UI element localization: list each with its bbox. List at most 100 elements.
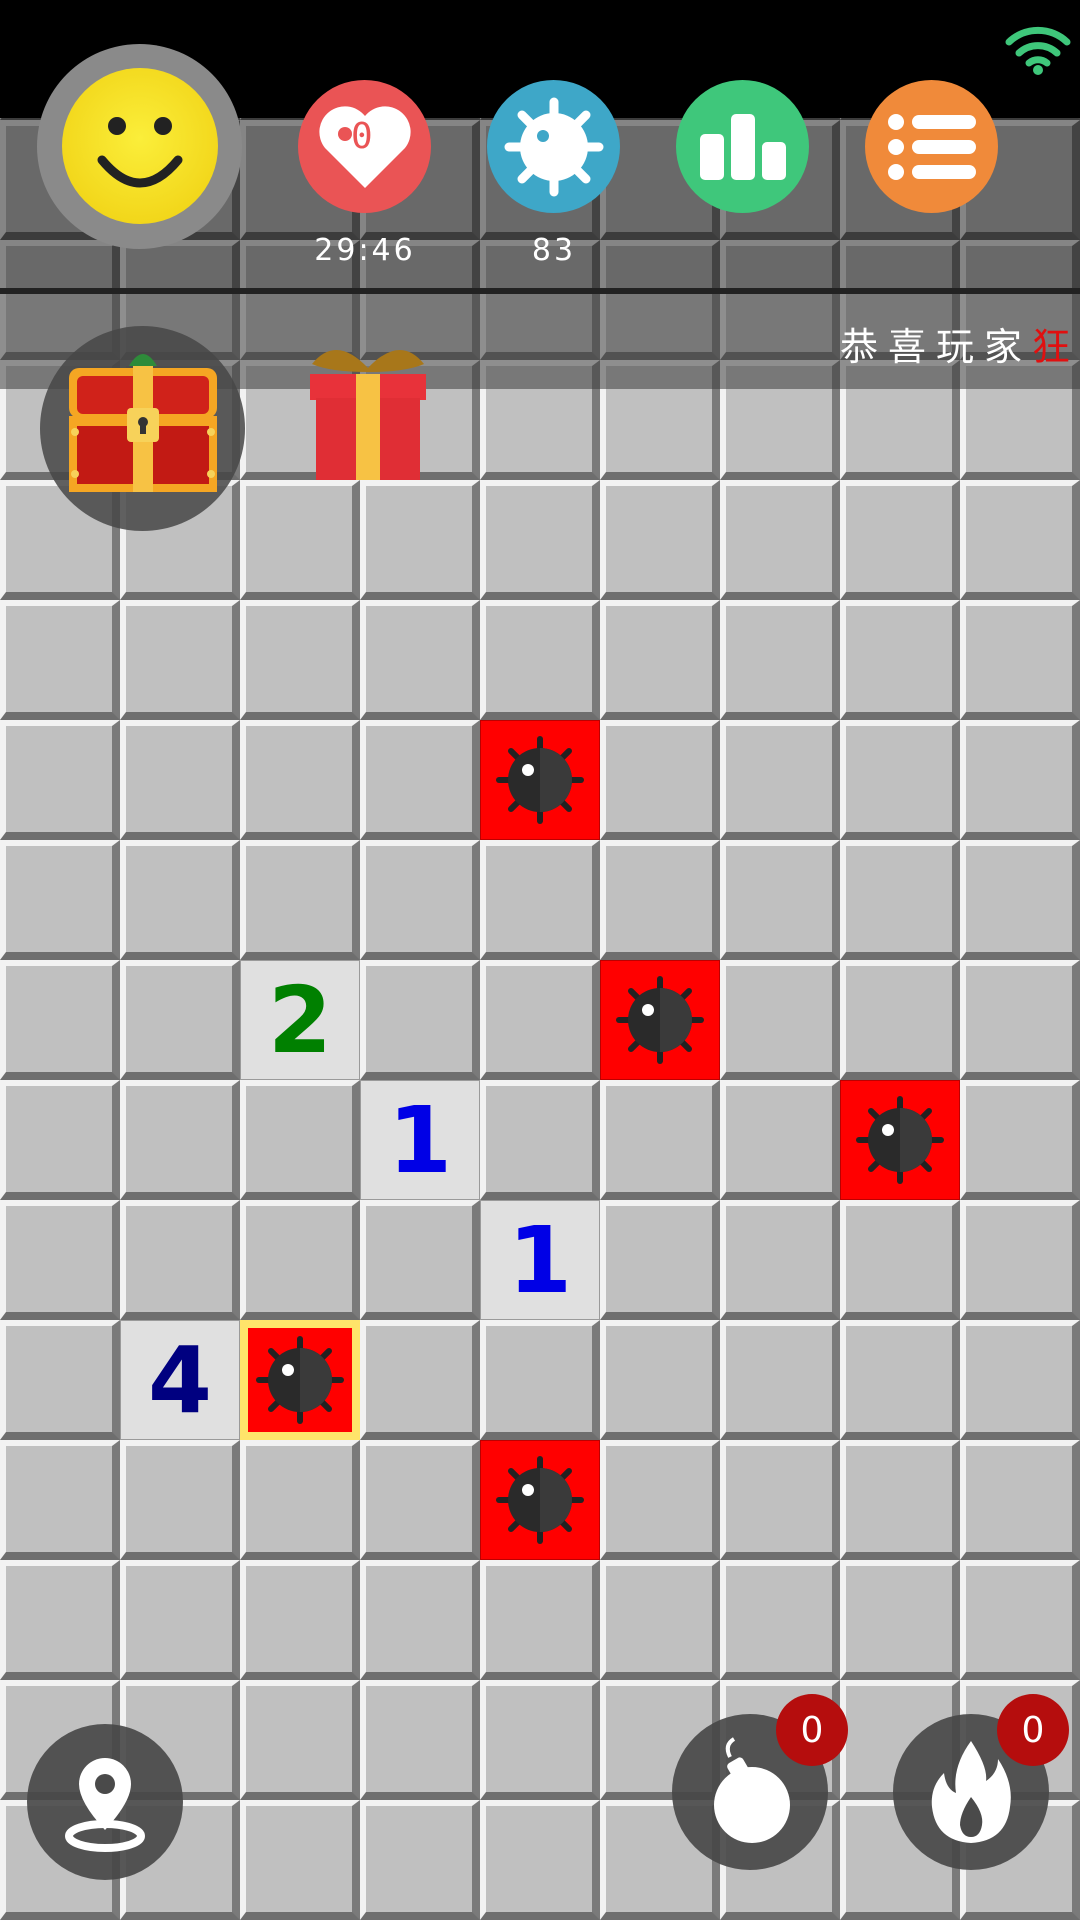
covered-cell[interactable] bbox=[240, 600, 360, 720]
covered-cell[interactable] bbox=[360, 600, 480, 720]
covered-cell[interactable] bbox=[120, 720, 240, 840]
covered-cell[interactable] bbox=[600, 1200, 720, 1320]
mine-cell[interactable] bbox=[480, 720, 600, 840]
covered-cell[interactable] bbox=[120, 960, 240, 1080]
smiley-face-icon[interactable] bbox=[62, 68, 218, 224]
covered-cell[interactable] bbox=[720, 840, 840, 960]
covered-cell[interactable] bbox=[600, 1080, 720, 1200]
covered-cell[interactable] bbox=[120, 1560, 240, 1680]
covered-cell[interactable] bbox=[960, 1320, 1080, 1440]
covered-cell[interactable] bbox=[960, 1440, 1080, 1560]
covered-cell[interactable] bbox=[480, 1080, 600, 1200]
covered-cell[interactable] bbox=[360, 1320, 480, 1440]
covered-cell[interactable] bbox=[0, 1440, 120, 1560]
exploded-mine-cell[interactable] bbox=[240, 1320, 360, 1440]
covered-cell[interactable] bbox=[600, 720, 720, 840]
lives-button[interactable]: 0 bbox=[298, 80, 431, 213]
covered-cell[interactable] bbox=[960, 1080, 1080, 1200]
covered-cell[interactable] bbox=[480, 1800, 600, 1920]
covered-cell[interactable] bbox=[360, 1800, 480, 1920]
covered-cell[interactable] bbox=[960, 1200, 1080, 1320]
covered-cell[interactable] bbox=[0, 960, 120, 1080]
covered-cell[interactable] bbox=[240, 840, 360, 960]
covered-cell[interactable] bbox=[600, 1440, 720, 1560]
covered-cell[interactable] bbox=[120, 600, 240, 720]
covered-cell[interactable] bbox=[720, 1320, 840, 1440]
revealed-number-cell[interactable]: 2 bbox=[240, 960, 360, 1080]
covered-cell[interactable] bbox=[840, 600, 960, 720]
covered-cell[interactable] bbox=[360, 840, 480, 960]
covered-cell[interactable] bbox=[840, 960, 960, 1080]
covered-cell[interactable] bbox=[720, 720, 840, 840]
covered-cell[interactable] bbox=[960, 840, 1080, 960]
covered-cell[interactable] bbox=[120, 1080, 240, 1200]
covered-cell[interactable] bbox=[240, 1200, 360, 1320]
covered-cell[interactable] bbox=[0, 840, 120, 960]
covered-cell[interactable] bbox=[840, 1320, 960, 1440]
covered-cell[interactable] bbox=[480, 600, 600, 720]
covered-cell[interactable] bbox=[720, 960, 840, 1080]
covered-cell[interactable] bbox=[720, 1560, 840, 1680]
covered-cell[interactable] bbox=[840, 1200, 960, 1320]
revealed-number-cell[interactable]: 1 bbox=[480, 1200, 600, 1320]
covered-cell[interactable] bbox=[0, 600, 120, 720]
covered-cell[interactable] bbox=[600, 1560, 720, 1680]
covered-cell[interactable] bbox=[840, 480, 960, 600]
covered-cell[interactable] bbox=[240, 1440, 360, 1560]
covered-cell[interactable] bbox=[960, 960, 1080, 1080]
covered-cell[interactable] bbox=[480, 1320, 600, 1440]
mine-cell[interactable] bbox=[480, 1440, 600, 1560]
revealed-number-cell[interactable]: 1 bbox=[360, 1080, 480, 1200]
covered-cell[interactable] bbox=[0, 1560, 120, 1680]
covered-cell[interactable] bbox=[360, 960, 480, 1080]
covered-cell[interactable] bbox=[120, 840, 240, 960]
covered-cell[interactable] bbox=[720, 1200, 840, 1320]
mine-cell[interactable] bbox=[840, 1080, 960, 1200]
covered-cell[interactable] bbox=[720, 1440, 840, 1560]
covered-cell[interactable] bbox=[240, 1800, 360, 1920]
covered-cell[interactable] bbox=[720, 480, 840, 600]
covered-cell[interactable] bbox=[360, 480, 480, 600]
covered-cell[interactable] bbox=[840, 1440, 960, 1560]
covered-cell[interactable] bbox=[960, 480, 1080, 600]
covered-cell[interactable] bbox=[480, 840, 600, 960]
covered-cell[interactable] bbox=[480, 1680, 600, 1800]
covered-cell[interactable] bbox=[600, 480, 720, 600]
locate-button[interactable] bbox=[27, 1724, 183, 1880]
covered-cell[interactable] bbox=[240, 720, 360, 840]
covered-cell[interactable] bbox=[720, 1080, 840, 1200]
covered-cell[interactable] bbox=[840, 720, 960, 840]
covered-cell[interactable] bbox=[240, 1680, 360, 1800]
covered-cell[interactable] bbox=[0, 1080, 120, 1200]
covered-cell[interactable] bbox=[240, 480, 360, 600]
covered-cell[interactable] bbox=[360, 1560, 480, 1680]
mine-counter-button[interactable] bbox=[487, 80, 620, 213]
stats-button[interactable] bbox=[676, 80, 809, 213]
covered-cell[interactable] bbox=[480, 960, 600, 1080]
covered-cell[interactable] bbox=[600, 600, 720, 720]
covered-cell[interactable] bbox=[120, 1200, 240, 1320]
covered-cell[interactable] bbox=[360, 720, 480, 840]
covered-cell[interactable] bbox=[960, 600, 1080, 720]
revealed-number-cell[interactable]: 4 bbox=[120, 1320, 240, 1440]
covered-cell[interactable] bbox=[600, 840, 720, 960]
covered-cell[interactable] bbox=[360, 1680, 480, 1800]
covered-cell[interactable] bbox=[240, 1560, 360, 1680]
covered-cell[interactable] bbox=[0, 720, 120, 840]
covered-cell[interactable] bbox=[0, 1200, 120, 1320]
covered-cell[interactable] bbox=[960, 720, 1080, 840]
covered-cell[interactable] bbox=[240, 1080, 360, 1200]
covered-cell[interactable] bbox=[480, 1560, 600, 1680]
covered-cell[interactable] bbox=[960, 1560, 1080, 1680]
covered-cell[interactable] bbox=[720, 600, 840, 720]
covered-cell[interactable] bbox=[600, 1320, 720, 1440]
gift-box-icon[interactable] bbox=[306, 338, 430, 482]
covered-cell[interactable] bbox=[0, 1320, 120, 1440]
mine-cell[interactable] bbox=[600, 960, 720, 1080]
treasure-chest-button[interactable] bbox=[40, 326, 245, 531]
menu-button[interactable] bbox=[865, 80, 998, 213]
covered-cell[interactable] bbox=[840, 840, 960, 960]
covered-cell[interactable] bbox=[120, 1440, 240, 1560]
covered-cell[interactable] bbox=[480, 480, 600, 600]
covered-cell[interactable] bbox=[360, 1440, 480, 1560]
